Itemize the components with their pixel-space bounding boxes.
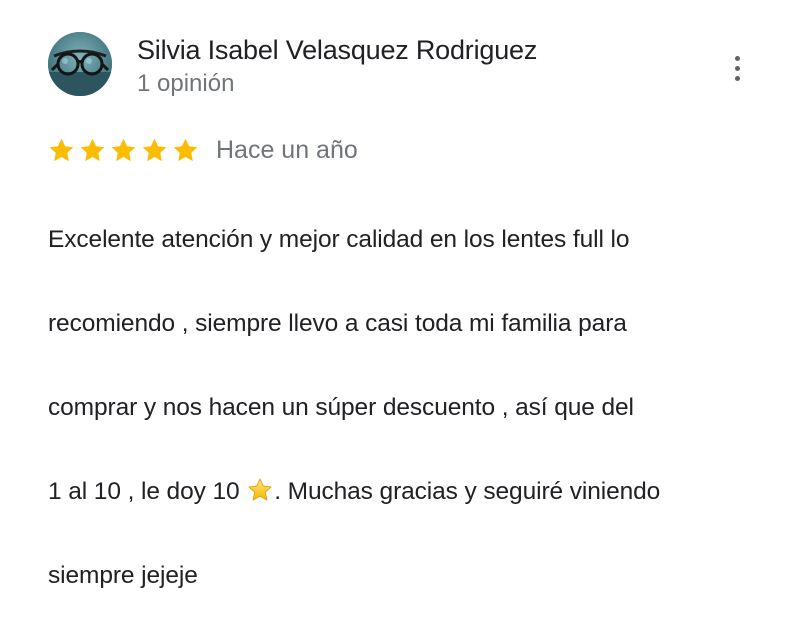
avatar-photo-glasses-icon [48, 32, 112, 96]
more-vert-icon-dot [735, 76, 740, 81]
rating-row: Hace un año [48, 132, 358, 168]
star-rating [48, 137, 199, 164]
star-icon [142, 138, 167, 161]
star-emoji-icon [248, 478, 272, 501]
author-avatar[interactable] [48, 32, 112, 96]
review-text-segment: 1 al 10 , le doy 10 [48, 478, 247, 505]
author-review-count[interactable]: 1 opinión [137, 68, 234, 100]
star-icon [173, 138, 198, 161]
author-name[interactable]: Silvia Isabel Velasquez Rodriguez [137, 32, 537, 68]
review-text-line: recomiendo , siempre llevo a casi toda m… [48, 310, 627, 337]
review-text-segment: . Muchas gracias y seguiré viniendo [274, 478, 661, 505]
review-text-line: Excelente atención y mejor calidad en lo… [48, 226, 630, 253]
review-text-line: comprar y nos hacen un súper descuento ,… [48, 394, 634, 421]
star-icon [80, 138, 105, 161]
review-text-line: 1 al 10 , le doy 10 . Muchas gracias y s… [48, 471, 760, 513]
review-card: Silvia Isabel Velasquez Rodriguez 1 opin… [0, 0, 800, 589]
more-vert-icon [735, 56, 740, 61]
star-icon [49, 138, 74, 161]
review-text: Excelente atención y mejor calidad en lo… [48, 177, 760, 639]
more-options-button[interactable] [722, 48, 754, 88]
review-date: Hace un año [216, 136, 358, 164]
review-text-line: siempre jejeje [48, 562, 198, 589]
star-icon [111, 138, 136, 161]
more-vert-icon-dot [735, 66, 740, 71]
